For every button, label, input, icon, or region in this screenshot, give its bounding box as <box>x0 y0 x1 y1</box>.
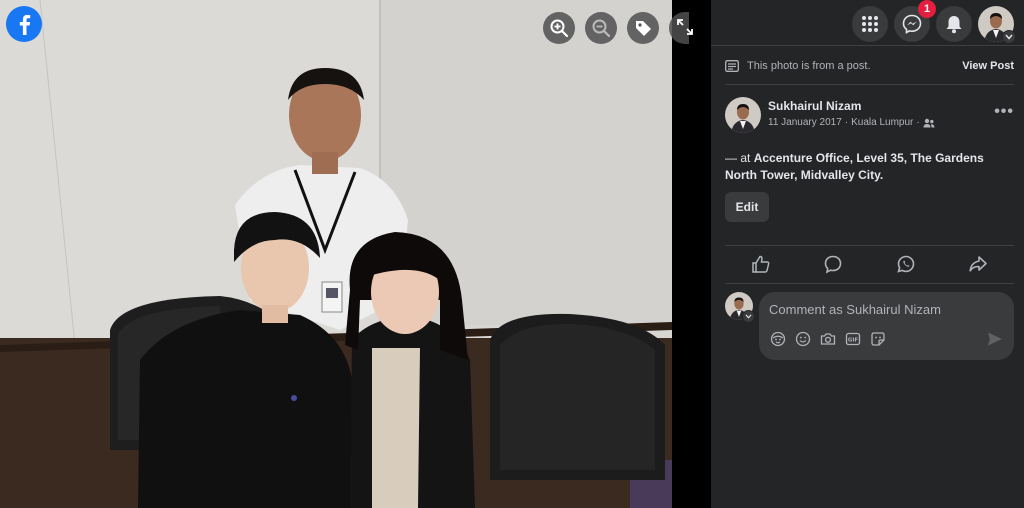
emoji-button[interactable] <box>794 330 812 348</box>
post-photo[interactable] <box>0 0 672 508</box>
meta-separator: · <box>916 117 920 128</box>
account-caret-icon[interactable] <box>1002 30 1016 44</box>
fullscreen-button[interactable] <box>676 18 694 36</box>
like-button[interactable] <box>741 251 781 277</box>
edit-button[interactable]: Edit <box>725 192 769 222</box>
post-document-icon <box>725 60 739 72</box>
more-options-button[interactable]: ••• <box>994 103 1014 121</box>
comment-input[interactable] <box>769 300 999 318</box>
sticker-button[interactable] <box>869 330 887 348</box>
post-date[interactable]: 11 January 2017 <box>768 117 842 128</box>
gif-button[interactable]: GIF <box>844 330 862 348</box>
sticker-icon <box>871 332 885 346</box>
post-text-prefix: — at <box>725 151 754 165</box>
send-icon <box>988 332 1002 346</box>
divider <box>725 283 1014 284</box>
fullscreen-icon <box>677 19 693 35</box>
top-navigation: 1 <box>711 0 1024 46</box>
from-post-bar: This photo is from a post. View Post <box>725 56 1014 76</box>
commenter-switch-caret-icon[interactable] <box>742 310 755 323</box>
photo-viewer <box>0 0 711 508</box>
tag-icon <box>636 21 651 36</box>
zoom-out-icon <box>592 19 611 38</box>
whatsapp-icon <box>896 255 914 273</box>
tag-photo-button[interactable] <box>627 12 659 44</box>
view-post-link[interactable]: View Post <box>962 60 1014 72</box>
post-text: — at Accenture Office, Level 35, The Gar… <box>725 150 1017 184</box>
like-icon <box>752 255 770 273</box>
send-comment-button[interactable] <box>986 330 1004 348</box>
comment-composer: GIF <box>725 292 1014 362</box>
messenger-icon <box>902 14 922 34</box>
share-icon <box>969 256 987 272</box>
checkin-place-link[interactable]: Accenture Office, Level 35, The Gardens … <box>725 151 984 182</box>
avatar-sticker-button[interactable] <box>769 330 787 348</box>
comment-button[interactable] <box>813 251 853 277</box>
post-meta: 11 January 2017 · Kuala Lumpur · <box>768 117 935 128</box>
camera-icon <box>820 333 836 345</box>
photo-attach-button[interactable] <box>819 330 837 348</box>
author-name[interactable]: Sukhairul Nizam <box>768 99 861 113</box>
post-location[interactable]: Kuala Lumpur <box>851 117 913 128</box>
divider <box>725 245 1014 246</box>
comment-tools: GIF <box>769 330 887 348</box>
whatsapp-share-button[interactable] <box>886 251 926 277</box>
gif-icon: GIF <box>845 332 861 346</box>
post-actions <box>725 250 1014 278</box>
audience-friends-icon[interactable] <box>923 118 935 128</box>
zoom-in-icon <box>550 19 569 38</box>
notifications-button[interactable] <box>936 6 972 42</box>
meta-separator: · <box>844 117 849 128</box>
from-post-text: This photo is from a post. <box>747 60 871 72</box>
comment-icon <box>825 255 842 274</box>
emoji-icon <box>795 331 811 347</box>
divider <box>725 84 1014 85</box>
author-avatar-image <box>725 97 761 133</box>
svg-text:GIF: GIF <box>848 338 859 344</box>
bell-icon <box>946 16 962 34</box>
zoom-out-button[interactable] <box>585 12 617 44</box>
avatar-sticker-icon <box>770 331 786 347</box>
zoom-in-button[interactable] <box>543 12 575 44</box>
facebook-logo-icon[interactable] <box>6 6 42 42</box>
messenger-button[interactable]: 1 <box>894 0 936 42</box>
comment-box: GIF <box>759 292 1014 360</box>
grid-menu-icon <box>862 16 878 32</box>
author-avatar[interactable] <box>725 97 761 133</box>
menu-button[interactable] <box>852 6 888 42</box>
photo-illustration <box>0 0 672 508</box>
share-button[interactable] <box>958 251 998 277</box>
messenger-badge: 1 <box>918 0 936 18</box>
post-side-panel: 1 This photo is from a post. View Post S… <box>711 0 1024 508</box>
post-author: Sukhairul Nizam 11 January 2017 · Kuala … <box>725 97 1014 137</box>
